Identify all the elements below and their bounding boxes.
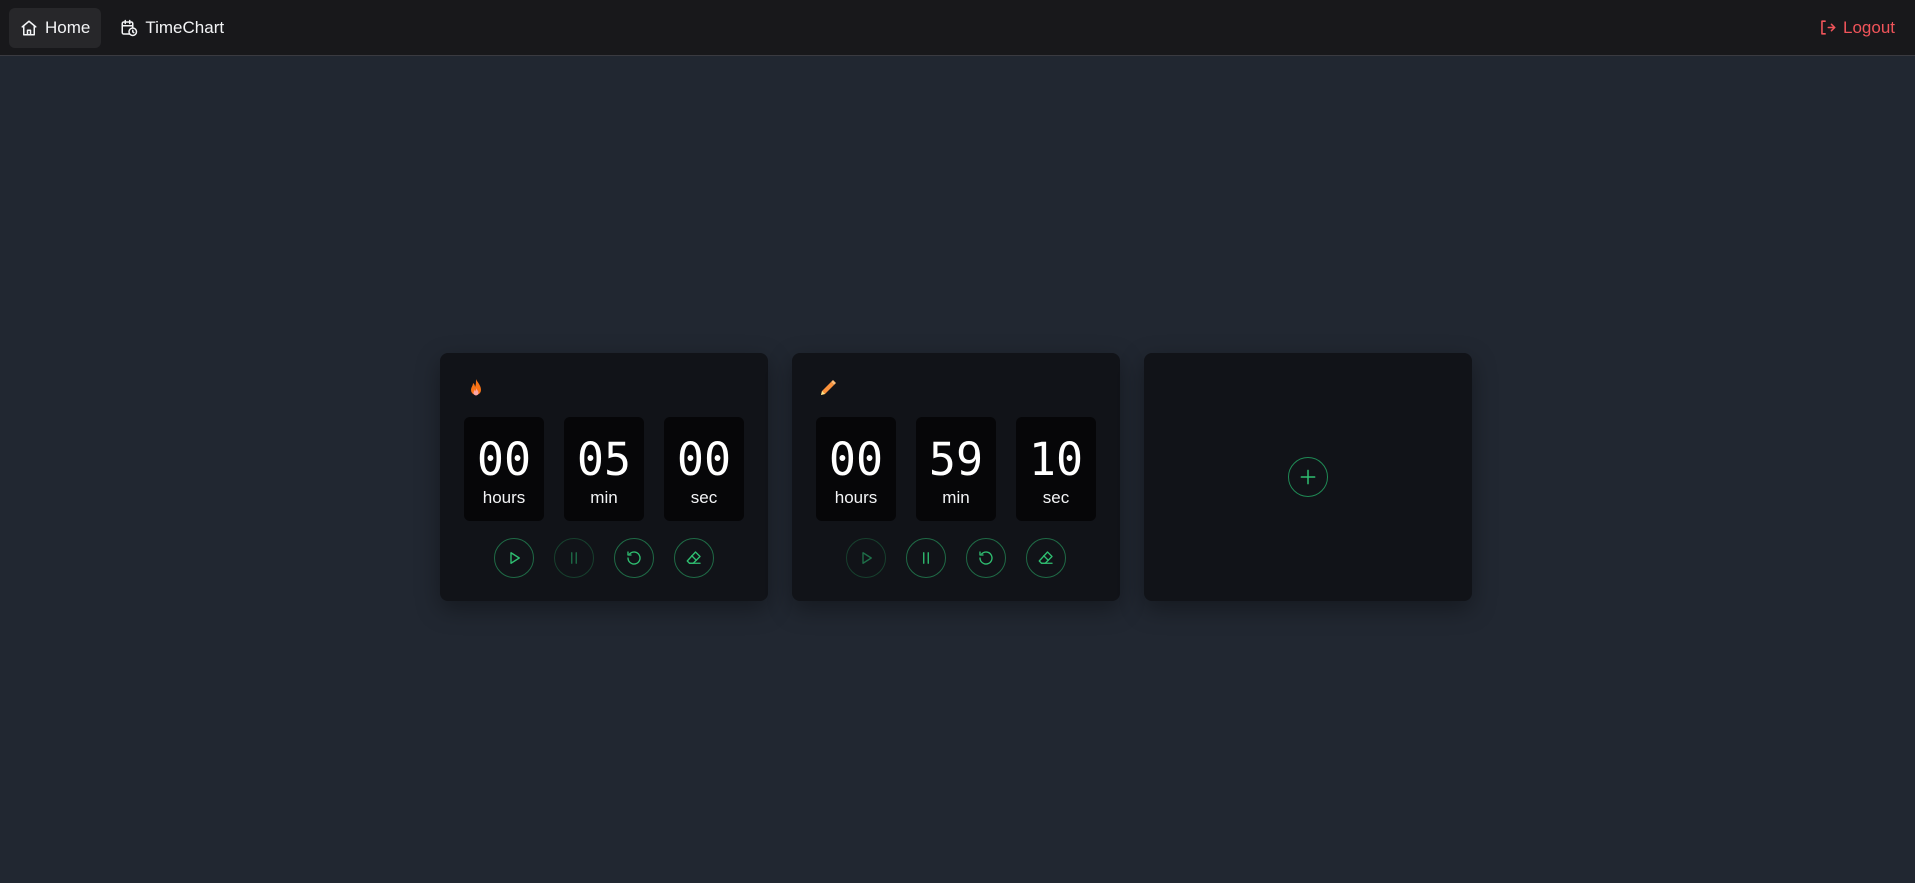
minutes-value: 05: [576, 433, 632, 486]
hours-value: 00: [476, 433, 532, 486]
minutes-value: 59: [928, 433, 984, 486]
timer-controls: [494, 538, 714, 578]
time-display: 00 hours 05 min 00 sec: [464, 417, 744, 521]
minutes-box: 05 min: [564, 417, 644, 521]
calendar-clock-icon: [121, 19, 138, 36]
seconds-box: 10 sec: [1016, 417, 1096, 521]
clear-button[interactable]: [1026, 538, 1066, 578]
timer-controls: [846, 538, 1066, 578]
eraser-icon: [1038, 551, 1053, 564]
clear-button[interactable]: [674, 538, 714, 578]
seconds-label: sec: [1042, 488, 1070, 507]
minutes-box: 59 min: [916, 417, 996, 521]
logout-button[interactable]: Logout: [1807, 8, 1906, 48]
logout-icon: [1821, 20, 1836, 35]
pencil-icon[interactable]: [818, 378, 838, 400]
play-button[interactable]: [494, 538, 534, 578]
flame-icon[interactable]: [466, 378, 486, 400]
nav-timechart[interactable]: TimeChart: [109, 8, 235, 48]
hours-value: 00: [828, 433, 884, 486]
seconds-value: 10: [1028, 433, 1084, 486]
play-button[interactable]: [846, 538, 886, 578]
add-timer-button[interactable]: [1288, 457, 1328, 497]
time-display: 00 hours 59 min 10 sec: [816, 417, 1096, 521]
nav-home[interactable]: Home: [9, 7, 102, 48]
pause-icon: [571, 552, 577, 564]
hours-box: 00 hours: [464, 417, 544, 521]
hours-label: hours: [482, 488, 526, 507]
pause-icon: [923, 552, 929, 564]
seconds-box: 00 sec: [664, 417, 744, 521]
hours-label: hours: [834, 488, 878, 507]
nav-timechart-label: TimeChart: [145, 17, 225, 37]
minutes-label: min: [942, 488, 970, 507]
play-icon: [510, 552, 520, 564]
logout-label: Logout: [1843, 17, 1895, 37]
timer-card: 00 hours 59 min 10 sec: [792, 353, 1120, 601]
reset-button[interactable]: [614, 538, 654, 578]
reset-icon: [627, 551, 641, 565]
add-timer-card: [1144, 353, 1472, 601]
home-icon: [21, 20, 37, 35]
reset-icon: [979, 551, 993, 565]
top-navbar: Home TimeChart Logout: [0, 0, 1915, 56]
reset-button[interactable]: [966, 538, 1006, 578]
seconds-value: 00: [676, 433, 732, 486]
minutes-label: min: [590, 488, 618, 507]
timer-cards: 00 hours 05 min 00 sec 00 hours 59 min 1…: [440, 353, 1472, 601]
eraser-icon: [686, 551, 701, 564]
pause-button[interactable]: [554, 538, 594, 578]
seconds-label: sec: [690, 488, 718, 507]
nav-home-label: Home: [45, 17, 91, 37]
pause-button[interactable]: [906, 538, 946, 578]
plus-icon: [1300, 469, 1316, 485]
play-icon: [862, 552, 872, 564]
hours-box: 00 hours: [816, 417, 896, 521]
timer-card: 00 hours 05 min 00 sec: [440, 353, 768, 601]
